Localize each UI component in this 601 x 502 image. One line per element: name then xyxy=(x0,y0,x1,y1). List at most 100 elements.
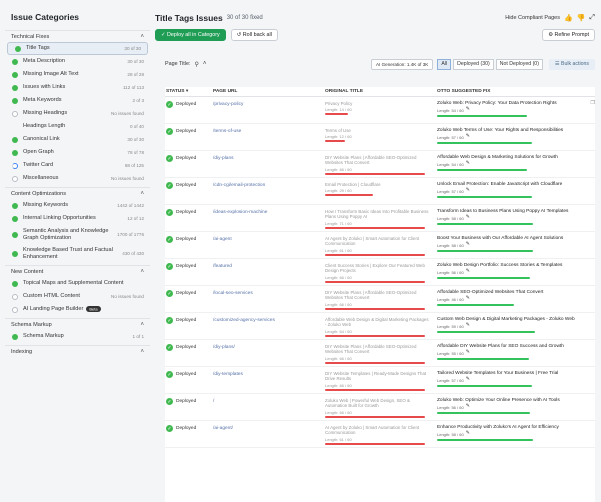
table-row[interactable]: ✓ Deployed/ai-agent/AI Agent by Zoluko | … xyxy=(165,421,595,448)
page-url-link[interactable]: /privacy-policy xyxy=(213,102,243,107)
chevron-up-icon[interactable]: ˄ xyxy=(140,191,144,197)
suggested-fix-text[interactable]: Affordable DIY Website Plans for SEO Suc… xyxy=(437,344,583,350)
suggested-length-bar xyxy=(437,411,530,414)
hide-compliant-toggle[interactable]: Hide Compliant Pages xyxy=(505,15,560,21)
suggested-fix-text[interactable]: Custom Web Design & Digital Marketing Pa… xyxy=(437,317,583,323)
chevron-up-icon[interactable]: ˄ xyxy=(203,61,207,67)
sidebar-item[interactable]: Semantic Analysis and Knowledge Graph Op… xyxy=(5,225,150,244)
sidebar-item[interactable]: Custom HTML Content No issues found xyxy=(5,290,150,303)
thumbs-down-icon[interactable]: 👎 xyxy=(577,14,586,22)
sidebar-item-label: Missing Headings xyxy=(23,110,68,117)
page-url-link[interactable]: /diy-plans xyxy=(213,156,234,161)
sidebar-item[interactable]: Topical Maps and Supplemental Content xyxy=(5,277,150,290)
deploy-all-button[interactable]: ✓ Deploy all in Category xyxy=(155,29,226,41)
bulk-actions-button[interactable]: ☰ Bulk actions xyxy=(548,58,595,70)
tab-not-deployed[interactable]: Not Deployed (0) xyxy=(495,58,543,70)
table-row[interactable]: ✓ Deployed/terms-of-use Terms of Use Length… xyxy=(165,124,595,151)
tab-all[interactable]: All xyxy=(437,58,452,70)
chevron-up-icon[interactable]: ˄ xyxy=(140,322,144,328)
page-url-link[interactable]: /ai-agent/ xyxy=(213,426,233,431)
page-url-link[interactable]: /customized-agency-services xyxy=(213,318,275,323)
sidebar-item[interactable]: Missing Image Alt Text 28 of 28 xyxy=(5,68,150,81)
edit-pencil-icon[interactable]: ✎ xyxy=(466,430,470,437)
edit-pencil-icon[interactable]: ✎ xyxy=(466,322,470,329)
page-url-link[interactable]: /local-seo-services xyxy=(213,291,253,296)
sidebar-item[interactable]: Canonical Link 30 of 30 xyxy=(5,133,150,146)
copy-icon[interactable]: ❐ xyxy=(591,100,595,107)
expand-icon[interactable]: ⤢ xyxy=(589,14,595,22)
chevron-up-icon[interactable]: ˄ xyxy=(140,269,144,275)
original-length-bar xyxy=(325,253,425,256)
table-row[interactable]: ✓ Deployed/diy-plans/DIY Website Plans | … xyxy=(165,340,595,367)
edit-pencil-icon[interactable]: ✎ xyxy=(466,106,470,113)
table-row[interactable]: ✓ Deployed/ideas-explosion-machine How I T… xyxy=(165,205,595,232)
sidebar-item[interactable]: Missing Headings No issues found xyxy=(5,107,150,120)
roll-back-button[interactable]: ↺ Roll back all xyxy=(230,29,278,41)
suggested-fix-text[interactable]: Transform Ideas to Business Plans Using … xyxy=(437,209,583,215)
table-row[interactable]: ✓ Deployed / Zoluko Web | Powerful Web Desi… xyxy=(165,394,595,421)
sidebar-group-header[interactable]: Content Optimizations ˄ xyxy=(5,187,150,199)
table-row[interactable]: ✓ Deployed/local-seo-services DIY Website … xyxy=(165,286,595,313)
sidebar-item[interactable]: Issues with Links 112 of 113 xyxy=(5,81,150,94)
page-url-link[interactable]: /featured xyxy=(213,264,232,269)
edit-pencil-icon[interactable]: ✎ xyxy=(466,241,470,248)
page-url-link[interactable]: /terms-of-use xyxy=(213,129,241,134)
sidebar-item[interactable]: Headings Length 0 of 40 xyxy=(5,120,150,133)
chevron-up-icon[interactable]: ˄ xyxy=(140,34,144,40)
sidebar-item[interactable]: Title Tags 30 of 30 xyxy=(7,42,148,55)
sidebar-item[interactable]: Schema Markup 1 of 1 xyxy=(5,330,150,343)
chevron-up-icon[interactable]: ˄ xyxy=(140,349,144,355)
sidebar-item[interactable]: Open Graph 78 of 78 xyxy=(5,146,150,159)
suggested-fix-text[interactable]: Boost Your Business with Our Affordable … xyxy=(437,236,583,242)
sidebar-group-header[interactable]: Technical Fixes ˄ xyxy=(5,30,150,42)
sidebar-item[interactable]: Meta Keywords 2 of 3 xyxy=(5,94,150,107)
edit-pencil-icon[interactable]: ✎ xyxy=(466,403,470,410)
table-row[interactable]: ✓ Deployed/featured Client Success Stories… xyxy=(165,259,595,286)
refine-prompt-label: Refine Prompt xyxy=(554,32,589,38)
original-title-cell: Terms of Use Length: 12 / 60 xyxy=(325,128,437,143)
page-url-link[interactable]: /diy-plans/ xyxy=(213,345,235,350)
check-circle-icon xyxy=(12,84,18,91)
sidebar-item[interactable]: Knowledge Based Trust and Factual Enhanc… xyxy=(5,244,150,263)
search-icon[interactable]: ⚲ xyxy=(194,61,198,68)
edit-pencil-icon[interactable]: ✎ xyxy=(466,160,470,167)
table-row[interactable]: ✓ Deployed/cdn-cgi/email-protection Email … xyxy=(165,178,595,205)
sidebar-item[interactable]: Miscellaneous No issues found xyxy=(5,172,150,185)
table-row[interactable]: ✓ Deployed/diy-plans DIY Website Plans | A… xyxy=(165,151,595,178)
sidebar-item[interactable]: AI Landing Page Builder Beta xyxy=(5,303,150,316)
table-row[interactable]: ✓ Deployed/customized-agency-services Affo… xyxy=(165,313,595,340)
table-row[interactable]: ✓ Deployed/ai-agent AI Agent by Zoluko | S… xyxy=(165,232,595,259)
sidebar-item[interactable]: Meta Description 30 of 30 xyxy=(5,55,150,68)
sidebar-group-header[interactable]: Indexing ˄ xyxy=(5,345,150,357)
suggested-fix-length: Length: 57 / 60 xyxy=(437,188,464,194)
thumbs-up-icon[interactable]: 👍 xyxy=(564,14,573,22)
sidebar-item-label: Custom HTML Content xyxy=(23,293,80,300)
page-url-link[interactable]: /ideas-explosion-machine xyxy=(213,210,267,215)
tab-deployed[interactable]: Deployed (30) xyxy=(453,58,494,70)
sidebar-item[interactable]: Missing Keywords 1442 of 1442 xyxy=(5,199,150,212)
edit-pencil-icon[interactable]: ✎ xyxy=(466,349,470,356)
edit-pencil-icon[interactable]: ✎ xyxy=(466,133,470,140)
sidebar-group-header[interactable]: Schema Markup ˄ xyxy=(5,318,150,330)
page-url-link[interactable]: /ai-agent xyxy=(213,237,232,242)
edit-pencil-icon[interactable]: ✎ xyxy=(466,376,470,383)
page-url-link[interactable]: /diy-templates xyxy=(213,372,243,377)
suggested-fix-text[interactable]: Zoluko Web Terms of Use: Your Rights and… xyxy=(437,128,583,134)
page-url-link[interactable]: / xyxy=(213,399,214,404)
column-status[interactable]: STATUS ▾ xyxy=(165,89,213,94)
edit-pencil-icon[interactable]: ✎ xyxy=(466,268,470,275)
sidebar-item[interactable]: Internal Linking Opportunities 12 of 12 xyxy=(5,212,150,225)
sidebar-item[interactable]: Twitter Card 68 of 125 xyxy=(5,159,150,172)
refine-prompt-button[interactable]: ⚙ Refine Prompt xyxy=(542,29,595,41)
suggested-fix-text[interactable]: Zoluko Web Design Portfolio: Success Sto… xyxy=(437,263,583,269)
edit-pencil-icon[interactable]: ✎ xyxy=(466,295,470,302)
table-row[interactable]: ✓ Deployed/diy-templates DIY Website Templ… xyxy=(165,367,595,394)
suggested-length-bar xyxy=(437,438,533,441)
edit-pencil-icon[interactable]: ✎ xyxy=(466,214,470,221)
page-url-link[interactable]: /cdn-cgi/email-protection xyxy=(213,183,265,188)
original-length-bar xyxy=(325,442,425,445)
edit-pencil-icon[interactable]: ✎ xyxy=(466,187,470,194)
sidebar-group-header[interactable]: New Content ˄ xyxy=(5,265,150,277)
table-row[interactable]: ✓ Deployed/privacy-policy Privacy Policy Le… xyxy=(165,97,595,124)
suggested-fix-text[interactable]: Unlock Email Protection: Enable JavaScri… xyxy=(437,182,583,188)
